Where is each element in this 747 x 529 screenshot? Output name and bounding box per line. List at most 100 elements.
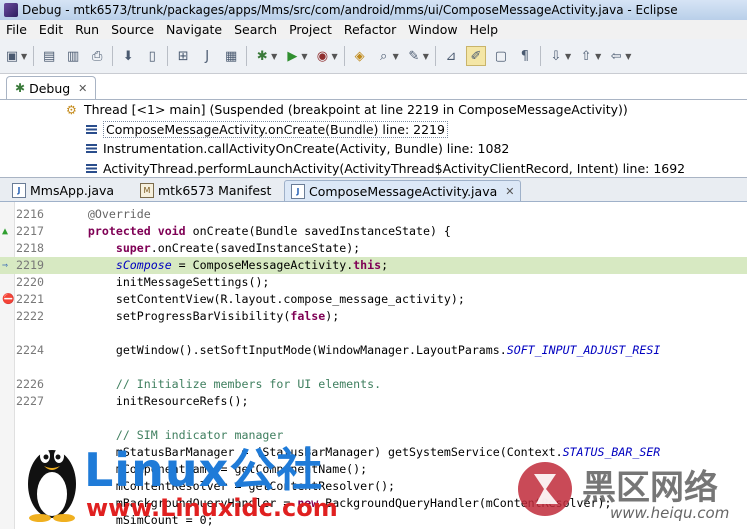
menu-source[interactable]: Source bbox=[105, 22, 160, 37]
print-icon[interactable]: ⎙ bbox=[88, 47, 106, 65]
stack-frame[interactable]: Instrumentation.callActivityOnCreate(Act… bbox=[86, 141, 509, 156]
tab-composemessageactivity-java[interactable]: J ComposeMessageActivity.java ✕ bbox=[284, 180, 522, 201]
code-token: mContentResolver = getContentResolver(); bbox=[60, 479, 396, 493]
code-token: @Override bbox=[60, 207, 151, 221]
code-token: BackgroundQueryHandler(mContentResolver)… bbox=[318, 496, 612, 510]
line-number: 2222 bbox=[16, 309, 44, 323]
debug-bug-icon[interactable]: ✱ bbox=[253, 47, 271, 65]
android-xml-icon[interactable]: ▦ bbox=[222, 47, 240, 65]
next-annotation-icon[interactable]: ⇩ bbox=[547, 47, 565, 65]
pencil-icon[interactable]: ✎ bbox=[405, 47, 423, 65]
external-tools-icon[interactable]: ◉ bbox=[313, 47, 331, 65]
menu-navigate[interactable]: Navigate bbox=[160, 22, 228, 37]
code-text: setContentView(R.layout.compose_message_… bbox=[60, 291, 465, 308]
toolbar-separator bbox=[539, 46, 541, 66]
open-folder-icon[interactable]: ⊞ bbox=[174, 47, 192, 65]
code-line[interactable]: 2222 setProgressBarVisibility(false); bbox=[0, 308, 747, 325]
show-whitespace-icon[interactable]: ¶ bbox=[516, 47, 534, 65]
code-text: mBackgroundQueryHandler = new Background… bbox=[60, 495, 612, 512]
code-token: STATUS_BAR_SER bbox=[562, 445, 661, 459]
stack-frame[interactable]: ComposeMessageActivity.onCreate(Bundle) … bbox=[86, 121, 448, 138]
toggle-breadcrumb-icon[interactable]: ⊿ bbox=[442, 47, 460, 65]
new-icon[interactable]: ▣ bbox=[3, 47, 21, 65]
menu-search[interactable]: Search bbox=[228, 22, 283, 37]
next-annotation-dropdown-icon[interactable]: ▼ bbox=[565, 52, 571, 61]
new-dropdown-icon[interactable]: ▼ bbox=[21, 52, 27, 61]
code-line[interactable]: 2218 super.onCreate(savedInstanceState); bbox=[0, 240, 747, 257]
suspended-thread-icon: ⚙ bbox=[66, 102, 77, 117]
toolbar-separator bbox=[434, 46, 436, 66]
code-line[interactable]: 2226 // Initialize members for UI elemen… bbox=[0, 376, 747, 393]
line-number: 2221 bbox=[16, 292, 44, 306]
open-type-icon[interactable]: ◈ bbox=[351, 47, 369, 65]
code-line[interactable] bbox=[0, 325, 747, 342]
code-text: mComponentName = getComponentName(); bbox=[60, 461, 367, 478]
menu-file[interactable]: File bbox=[0, 22, 33, 37]
menu-help[interactable]: Help bbox=[464, 22, 505, 37]
code-editor[interactable]: 2216 @Override ▲ 2217 protected void onCre… bbox=[0, 202, 747, 529]
menu-project[interactable]: Project bbox=[283, 22, 338, 37]
code-line[interactable]: mSimCount = 0; bbox=[0, 512, 747, 529]
toolbar-separator bbox=[167, 46, 169, 66]
run-dropdown-icon[interactable]: ▼ bbox=[301, 52, 307, 61]
menu-run[interactable]: Run bbox=[69, 22, 105, 37]
current-instruction-line[interactable]: ⇒ 2219 sCompose = ComposeMessageActivity.… bbox=[0, 257, 747, 274]
tab-label: MmsApp.java bbox=[30, 182, 115, 198]
menu-edit[interactable]: Edit bbox=[33, 22, 69, 37]
run-icon[interactable]: ▶ bbox=[283, 47, 301, 65]
code-line[interactable]: mComponentName = getComponentName(); bbox=[0, 461, 747, 478]
previous-annotation-dropdown-icon[interactable]: ▼ bbox=[595, 52, 601, 61]
error-marker-icon[interactable]: ⛔ bbox=[2, 291, 14, 308]
stack-frame-label: ActivityThread.performLaunchActivity(Act… bbox=[103, 161, 686, 176]
block-selection-icon[interactable]: ▢ bbox=[492, 47, 510, 65]
code-line[interactable]: // SIM indicator manager bbox=[0, 427, 747, 444]
external-tools-dropdown-icon[interactable]: ▼ bbox=[331, 52, 337, 61]
code-text: mSimCount = 0; bbox=[60, 512, 214, 529]
close-icon[interactable]: ✕ bbox=[505, 185, 514, 198]
code-line[interactable]: ⛔ 2221 setContentView(R.layout.compose_me… bbox=[0, 291, 747, 308]
thread-node[interactable]: ⚙ Thread [<1> main] (Suspended (breakpoi… bbox=[66, 102, 628, 117]
tab-mmsapp-java[interactable]: J MmsApp.java bbox=[6, 180, 120, 200]
search-icon[interactable]: ⌕ bbox=[375, 47, 393, 65]
override-marker-icon[interactable]: ▲ bbox=[2, 223, 8, 240]
save-all-icon[interactable]: ▥ bbox=[64, 47, 82, 65]
editor-tab-bar: J MmsApp.java M mtk6573 Manifest J Compo… bbox=[0, 178, 747, 202]
mark-occurrences-icon[interactable]: ✐ bbox=[465, 46, 486, 66]
code-line[interactable] bbox=[0, 410, 747, 427]
debug-dropdown-icon[interactable]: ▼ bbox=[271, 52, 277, 61]
code-token: super bbox=[115, 241, 151, 255]
tab-mtk6573-manifest[interactable]: M mtk6573 Manifest bbox=[134, 180, 277, 200]
back-dropdown-icon[interactable]: ▼ bbox=[625, 52, 631, 61]
code-line[interactable]: 2224 getWindow().setSoftInputMode(Window… bbox=[0, 342, 747, 359]
close-icon[interactable]: ✕ bbox=[78, 82, 87, 95]
code-line[interactable]: 2227 initResourceRefs(); bbox=[0, 393, 747, 410]
tab-debug[interactable]: ✱ Debug ✕ bbox=[6, 76, 97, 99]
code-line[interactable]: mBackgroundQueryHandler = new Background… bbox=[0, 495, 747, 512]
previous-annotation-icon[interactable]: ⇧ bbox=[577, 47, 595, 65]
android-device-icon[interactable]: ▯ bbox=[143, 47, 161, 65]
stack-frame[interactable]: ActivityThread.performLaunchActivity(Act… bbox=[86, 161, 685, 176]
code-line[interactable] bbox=[0, 359, 747, 376]
search-dropdown-icon[interactable]: ▼ bbox=[393, 52, 399, 61]
code-text: initMessageSettings(); bbox=[60, 274, 270, 291]
pencil-dropdown-icon[interactable]: ▼ bbox=[423, 52, 429, 61]
save-icon[interactable]: ▤ bbox=[40, 47, 58, 65]
code-line[interactable]: 2220 initMessageSettings(); bbox=[0, 274, 747, 291]
code-line[interactable]: ▲ 2217 protected void onCreate(Bundle sav… bbox=[0, 223, 747, 240]
code-token: initMessageSettings(); bbox=[60, 275, 270, 289]
menu-window[interactable]: Window bbox=[402, 22, 463, 37]
download-icon[interactable]: ⬇ bbox=[119, 47, 137, 65]
code-line[interactable]: 2216 @Override bbox=[0, 206, 747, 223]
code-token: getWindow().setSoftInputMode(WindowManag… bbox=[60, 343, 507, 357]
code-line[interactable]: mContentResolver = getContentResolver(); bbox=[0, 478, 747, 495]
stack-frame-icon bbox=[86, 125, 97, 134]
code-token: this bbox=[353, 258, 382, 272]
code-line[interactable]: mStatusBarManager = (StatusBarManager) g… bbox=[0, 444, 747, 461]
menu-refactor[interactable]: Refactor bbox=[338, 22, 402, 37]
tab-label: mtk6573 Manifest bbox=[158, 182, 272, 198]
new-java-class-icon[interactable]: J bbox=[198, 47, 216, 65]
back-icon[interactable]: ⇦ bbox=[607, 47, 625, 65]
code-text: // Initialize members for UI elements. bbox=[60, 376, 381, 393]
manifest-file-icon: M bbox=[140, 182, 154, 198]
